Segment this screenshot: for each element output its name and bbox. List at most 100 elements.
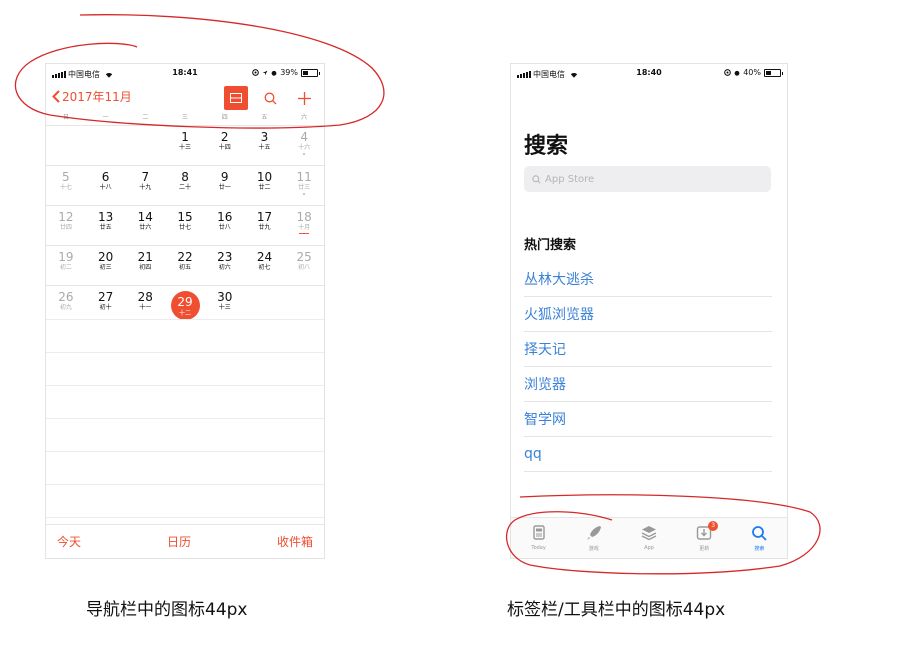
update-badge: 3 [708, 520, 719, 531]
day-cell[interactable]: 25 初八 [284, 246, 324, 285]
event-dot [303, 153, 306, 155]
alarm-icon [734, 70, 740, 76]
day-cell[interactable]: 21 初四 [125, 246, 165, 285]
lunar-date: 十四 [218, 144, 231, 151]
lunar-date: 十月 [298, 224, 311, 231]
appstore-screen: 中国电信 18:40 40% 搜索 App Store 热门搜索 丛林大逃杀 火狐… [511, 64, 787, 558]
day-cell[interactable]: 12 廿四 [46, 206, 86, 245]
week-row: 19 初二 20 初三 21 初四 22 初五 23 初六 24 初七 25 初八 [46, 245, 324, 285]
lunar-date: 廿一 [218, 184, 231, 191]
day-number: 9 [220, 170, 229, 184]
tab-today[interactable]: Today [511, 518, 566, 558]
search-button[interactable] [258, 86, 282, 110]
day-cell[interactable]: 20 初三 [86, 246, 126, 285]
trending-item[interactable]: 丛林大逃杀 [524, 262, 772, 297]
today-icon [531, 525, 547, 545]
day-cell[interactable]: 8 二十 [165, 166, 205, 205]
tab-download[interactable]: 3 更新 [677, 518, 732, 558]
search-icon [532, 174, 541, 184]
weekday-label: 日 [62, 114, 69, 121]
day-cell[interactable]: 2 十四 [205, 126, 245, 165]
add-event-button[interactable] [292, 86, 316, 110]
week-row: 12 廿四 13 廿五 14 廿六 15 廿七 16 廿八 17 廿九 18 十月 [46, 205, 324, 245]
day-number: 7 [141, 170, 150, 184]
lunar-date: 十五 [258, 144, 271, 151]
day-cell[interactable]: 15 廿七 [165, 206, 205, 245]
day-number: 1 [181, 130, 189, 144]
week-row: 5 十七 6 十八 7 十九 8 二十 9 廿一 10 廿二 11 廿三 [46, 165, 324, 205]
day-cell[interactable]: 4 十六 [284, 126, 324, 165]
location-icon [262, 70, 268, 75]
day-cell[interactable]: 18 十月 [284, 206, 324, 245]
rocket-icon [586, 525, 602, 545]
day-cell[interactable]: 9 廿一 [205, 166, 245, 205]
battery-icon [764, 68, 783, 77]
day-cell[interactable]: 19 初二 [46, 246, 86, 285]
day-cell[interactable]: 16 廿八 [205, 206, 245, 245]
day-number: 6 [101, 170, 110, 184]
trending-item[interactable]: qq [524, 437, 772, 472]
battery-fill [766, 70, 772, 75]
day-number: 17 [256, 210, 273, 224]
list-view-button[interactable] [224, 86, 248, 110]
day-cell[interactable]: 10 廿二 [245, 166, 285, 205]
trending-heading: 热门搜索 [524, 238, 577, 253]
lunar-date: 廿七 [179, 224, 192, 231]
lunar-date: 初六 [218, 264, 231, 271]
inbox-button[interactable]: 收件箱 [277, 533, 313, 550]
tab-search[interactable]: 搜索 [732, 518, 787, 558]
day-cell[interactable]: 14 廿六 [125, 206, 165, 245]
weekday-label: 四 [221, 114, 228, 121]
day-number: 16 [217, 210, 233, 224]
lunar-date: 初八 [298, 264, 311, 271]
caption-navbar-icons: 导航栏中的图标44px [86, 600, 248, 620]
empty-day-cell [46, 126, 86, 165]
lunar-date: 十三 [179, 144, 192, 151]
lunar-date: 廿五 [99, 224, 112, 231]
week-row: 1 十三 2 十四 3 十五 4 十六 [46, 125, 324, 165]
lunar-date: 初四 [139, 264, 152, 271]
day-cell[interactable]: 23 初六 [205, 246, 245, 285]
lunar-date: 初七 [258, 264, 271, 271]
trending-list: 丛林大逃杀 火狐浏览器 择天记 浏览器 智学网 qq [524, 262, 772, 472]
stack-icon [641, 525, 657, 545]
search-input[interactable]: App Store [524, 166, 771, 192]
trending-item[interactable]: 智学网 [524, 402, 772, 437]
tab-stack[interactable]: App [621, 518, 676, 558]
trending-item[interactable]: 浏览器 [524, 367, 772, 402]
tab-bar: Today 游戏 App 3 更新 搜索 [511, 517, 787, 558]
back-button[interactable]: 2017年11月 [52, 88, 132, 105]
download-icon: 3 [696, 520, 719, 545]
lunar-date: 十一 [139, 304, 152, 311]
day-cell[interactable]: 3 十五 [245, 126, 285, 165]
plus-icon [297, 91, 311, 105]
lunar-date: 廿二 [258, 184, 271, 191]
tab-label: Today [531, 545, 546, 551]
lunar-date: 十八 [99, 184, 112, 191]
day-cell[interactable]: 13 廿五 [86, 206, 126, 245]
day-cell[interactable]: 5 十七 [46, 166, 86, 205]
lunar-date: 十二 [179, 310, 192, 317]
tab-rocket[interactable]: 游戏 [566, 518, 621, 558]
lunar-date: 十六 [298, 144, 311, 151]
calendars-button[interactable]: 日历 [167, 533, 191, 550]
day-cell[interactable]: 6 十八 [86, 166, 126, 205]
trending-item[interactable]: 择天记 [524, 332, 772, 367]
day-number: 15 [177, 210, 193, 224]
day-number: 24 [256, 250, 273, 264]
caption-tabbar-icons: 标签栏/工具栏中的图标44px [507, 600, 726, 620]
day-cell[interactable]: 24 初七 [245, 246, 285, 285]
lunar-date: 廿九 [258, 224, 271, 231]
day-number: 27 [97, 290, 114, 304]
day-cell[interactable]: 7 十九 [125, 166, 165, 205]
lunar-date: 初三 [99, 264, 112, 271]
search-icon [264, 92, 276, 104]
tab-label: 搜索 [754, 545, 765, 552]
day-cell[interactable]: 17 廿九 [245, 206, 285, 245]
today-button[interactable]: 今天 [57, 533, 81, 550]
day-cell[interactable]: 22 初五 [165, 246, 205, 285]
day-cell[interactable]: 1 十三 [165, 126, 205, 165]
empty-day-cell [86, 126, 126, 165]
trending-item[interactable]: 火狐浏览器 [524, 297, 772, 332]
day-cell[interactable]: 11 廿三 [284, 166, 324, 205]
